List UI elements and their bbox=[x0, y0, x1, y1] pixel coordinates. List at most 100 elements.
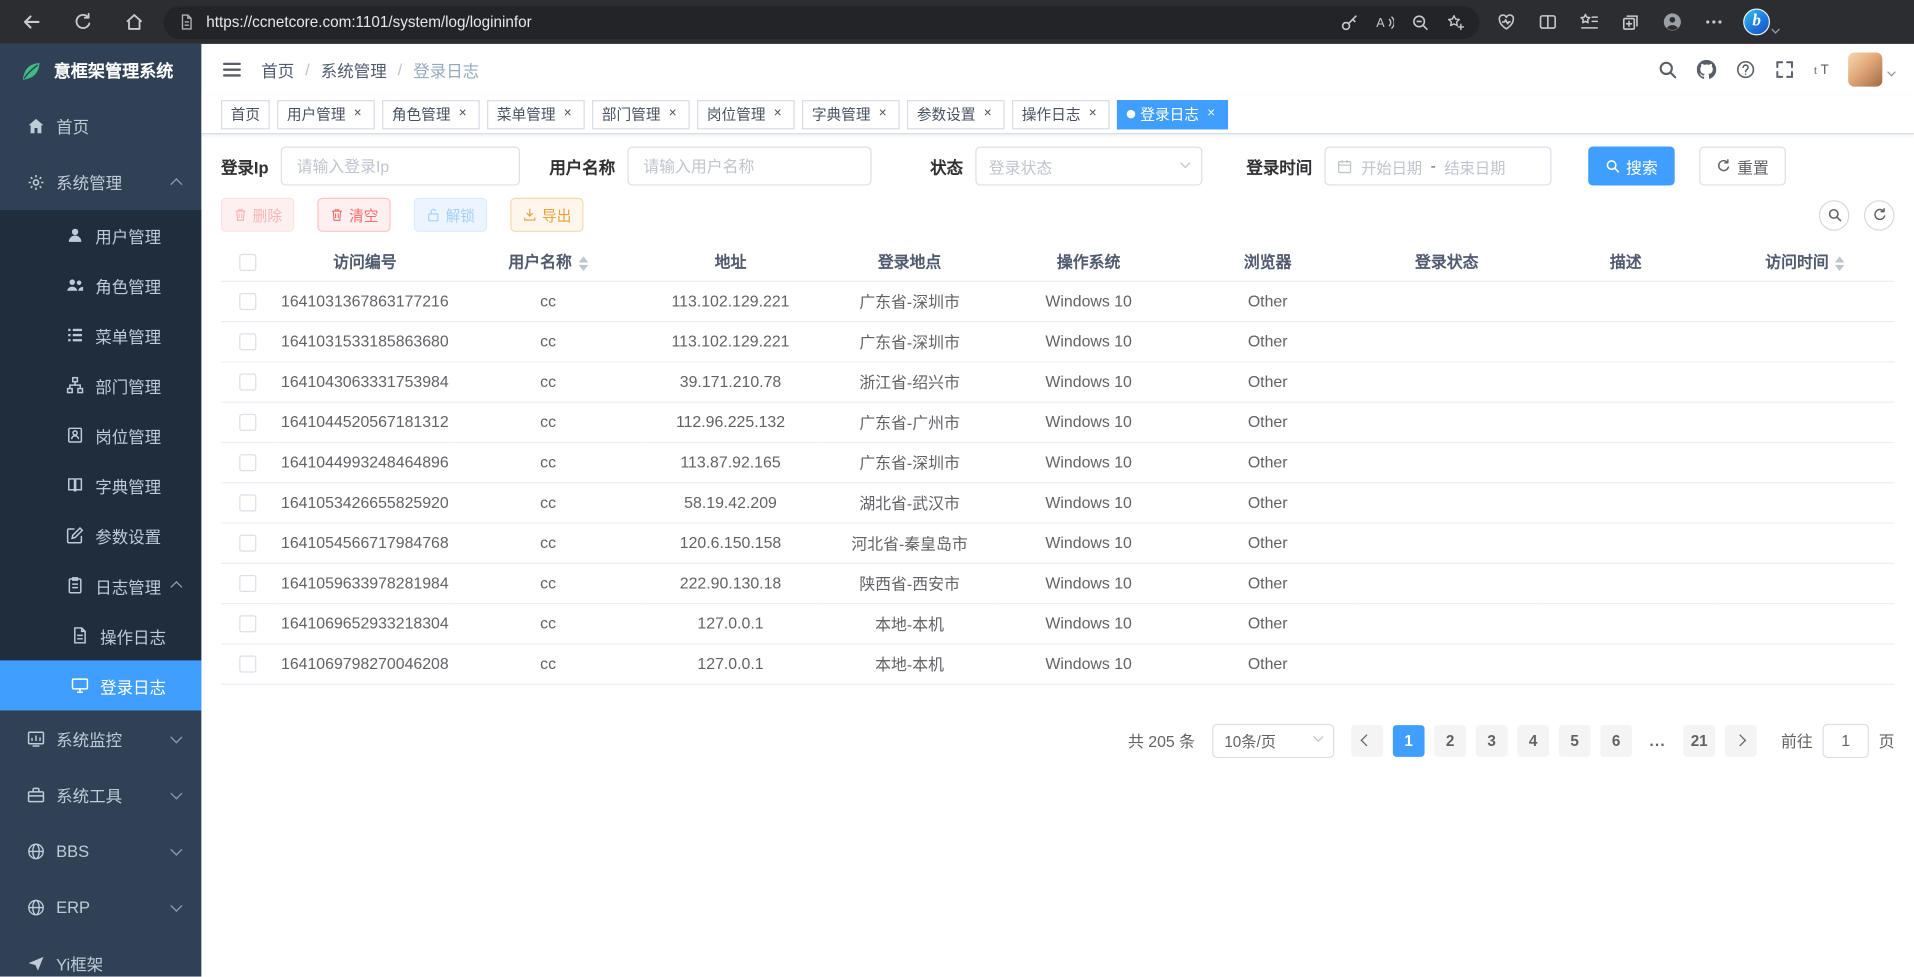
start-date-placeholder[interactable]: 开始日期 bbox=[1361, 154, 1422, 177]
prev-page-button[interactable] bbox=[1351, 724, 1383, 756]
tab[interactable]: 操作日志 × bbox=[1012, 99, 1110, 128]
user-menu[interactable] bbox=[1848, 52, 1894, 86]
search-toggle-button[interactable] bbox=[1819, 200, 1850, 231]
user-avatar[interactable] bbox=[1848, 52, 1882, 86]
breadcrumb-item[interactable]: 系统管理 bbox=[321, 57, 387, 81]
close-icon[interactable]: × bbox=[350, 107, 365, 122]
tab[interactable]: 登录日志 × bbox=[1117, 99, 1228, 128]
row-checkbox[interactable] bbox=[239, 374, 256, 391]
back-icon[interactable] bbox=[12, 5, 51, 39]
table-row[interactable]: 1641031367863177216 cc 113.102.129.221 广… bbox=[221, 281, 1895, 321]
home-icon[interactable] bbox=[115, 5, 154, 39]
close-icon[interactable]: × bbox=[770, 107, 785, 122]
close-icon[interactable]: × bbox=[875, 107, 890, 122]
key-icon[interactable] bbox=[1340, 13, 1358, 31]
sidebar-item[interactable]: Yi框架 bbox=[0, 935, 201, 977]
refresh-icon[interactable] bbox=[63, 5, 102, 39]
split-screen-icon[interactable] bbox=[1538, 12, 1558, 32]
status-select[interactable]: 登录状态 bbox=[975, 146, 1202, 185]
address-bar[interactable]: https://ccnetcore.com:1101/system/log/lo… bbox=[164, 5, 1480, 38]
close-icon[interactable]: × bbox=[1085, 107, 1100, 122]
row-checkbox[interactable] bbox=[239, 495, 256, 512]
column-header[interactable]: 访问时间 bbox=[1715, 242, 1894, 281]
sidebar-item[interactable]: 用户管理 bbox=[0, 210, 201, 260]
table-row[interactable]: 1641059633978281984 cc 222.90.130.18 陕西省… bbox=[221, 563, 1895, 603]
tab[interactable]: 部门管理 × bbox=[592, 99, 690, 128]
text-size-icon[interactable]: tT bbox=[1812, 57, 1836, 81]
bing-button[interactable]: b bbox=[1743, 9, 1778, 36]
table-refresh-button[interactable] bbox=[1864, 200, 1895, 231]
table-row[interactable]: 1641069798270046208 cc 127.0.0.1 本地-本机 W… bbox=[221, 643, 1895, 683]
sidebar-item[interactable]: 首页 bbox=[0, 98, 201, 154]
column-header[interactable]: 描述 bbox=[1536, 242, 1715, 281]
sidebar-item[interactable]: 字典管理 bbox=[0, 460, 201, 510]
sidebar-item[interactable]: 部门管理 bbox=[0, 360, 201, 410]
close-icon[interactable]: × bbox=[1204, 107, 1219, 122]
sidebar-collapse-button[interactable] bbox=[221, 59, 243, 81]
username-input[interactable] bbox=[627, 146, 871, 185]
table-row[interactable]: 1641069652933218304 cc 127.0.0.1 本地-本机 W… bbox=[221, 603, 1895, 643]
fullscreen-icon[interactable] bbox=[1772, 57, 1796, 81]
page-button[interactable]: 21 bbox=[1683, 724, 1715, 756]
more-icon[interactable] bbox=[1704, 12, 1724, 32]
close-icon[interactable]: × bbox=[665, 107, 680, 122]
row-checkbox[interactable] bbox=[239, 414, 256, 431]
row-checkbox[interactable] bbox=[239, 656, 256, 673]
sidebar-item[interactable]: 岗位管理 bbox=[0, 410, 201, 460]
column-header[interactable]: 登录状态 bbox=[1357, 242, 1536, 281]
clear-button[interactable]: 清空 bbox=[317, 198, 390, 232]
breadcrumb-item[interactable]: 首页 bbox=[261, 57, 294, 81]
url-text[interactable]: https://ccnetcore.com:1101/system/log/lo… bbox=[206, 13, 1329, 30]
page-button[interactable]: 1 bbox=[1393, 724, 1425, 756]
page-button[interactable]: 6 bbox=[1600, 724, 1632, 756]
question-icon[interactable] bbox=[1733, 57, 1757, 81]
row-checkbox[interactable] bbox=[239, 616, 256, 633]
tab[interactable]: 字典管理 × bbox=[802, 99, 900, 128]
github-icon[interactable] bbox=[1694, 57, 1718, 81]
select-all-checkbox[interactable] bbox=[239, 253, 256, 270]
row-checkbox[interactable] bbox=[239, 293, 256, 310]
close-icon[interactable]: × bbox=[455, 107, 470, 122]
page-button[interactable]: ... bbox=[1642, 724, 1674, 756]
search-icon[interactable] bbox=[1655, 57, 1679, 81]
table-row[interactable]: 1641054566717984768 cc 120.6.150.158 河北省… bbox=[221, 522, 1895, 562]
tab[interactable]: 参数设置 × bbox=[907, 99, 1005, 128]
page-button[interactable]: 2 bbox=[1434, 724, 1466, 756]
column-header[interactable]: 地址 bbox=[641, 242, 820, 281]
table-row[interactable]: 1641043063331753984 cc 39.171.210.78 浙江省… bbox=[221, 361, 1895, 401]
close-icon[interactable]: × bbox=[560, 107, 575, 122]
row-checkbox[interactable] bbox=[239, 535, 256, 552]
sidebar-item[interactable]: BBS bbox=[0, 823, 201, 879]
login-time-range[interactable]: 开始日期 - 结束日期 bbox=[1324, 146, 1551, 185]
read-aloud-icon[interactable]: A bbox=[1376, 13, 1394, 31]
sidebar-item[interactable]: 日志管理 bbox=[0, 560, 201, 610]
column-header[interactable]: 登录地点 bbox=[820, 242, 999, 281]
tab[interactable]: 用户管理 × bbox=[277, 99, 375, 128]
favorite-add-icon[interactable] bbox=[1447, 13, 1465, 31]
sidebar-item[interactable]: 登录日志 bbox=[0, 660, 201, 710]
sort-carets-icon[interactable] bbox=[578, 256, 588, 271]
close-icon[interactable]: × bbox=[980, 107, 995, 122]
search-button[interactable]: 搜索 bbox=[1588, 146, 1675, 185]
page-button[interactable]: 5 bbox=[1559, 724, 1591, 756]
essentials-icon[interactable] bbox=[1497, 12, 1517, 32]
page-button[interactable]: 3 bbox=[1476, 724, 1508, 756]
tab[interactable]: 岗位管理 × bbox=[697, 99, 795, 128]
next-page-button[interactable] bbox=[1725, 724, 1757, 756]
bing-icon[interactable]: b bbox=[1743, 9, 1770, 36]
reset-button[interactable]: 重置 bbox=[1699, 146, 1786, 185]
collections-icon[interactable] bbox=[1621, 12, 1641, 32]
unlock-button[interactable]: 解锁 bbox=[414, 198, 487, 232]
profile-icon[interactable] bbox=[1663, 12, 1683, 32]
end-date-placeholder[interactable]: 结束日期 bbox=[1444, 154, 1505, 177]
sort-carets-icon[interactable] bbox=[1835, 256, 1845, 271]
delete-button[interactable]: 删除 bbox=[221, 198, 294, 232]
table-row[interactable]: 1641031533185863680 cc 113.102.129.221 广… bbox=[221, 321, 1895, 361]
row-checkbox[interactable] bbox=[239, 575, 256, 592]
sidebar-item[interactable]: ERP bbox=[0, 879, 201, 935]
table-row[interactable]: 1641044520567181312 cc 112.96.225.132 广东… bbox=[221, 402, 1895, 442]
login-ip-input[interactable] bbox=[281, 146, 520, 185]
column-header[interactable]: 浏览器 bbox=[1178, 242, 1357, 281]
favorites-bar-icon[interactable] bbox=[1580, 12, 1600, 32]
page-size-select[interactable]: 10条/页 bbox=[1212, 723, 1334, 757]
